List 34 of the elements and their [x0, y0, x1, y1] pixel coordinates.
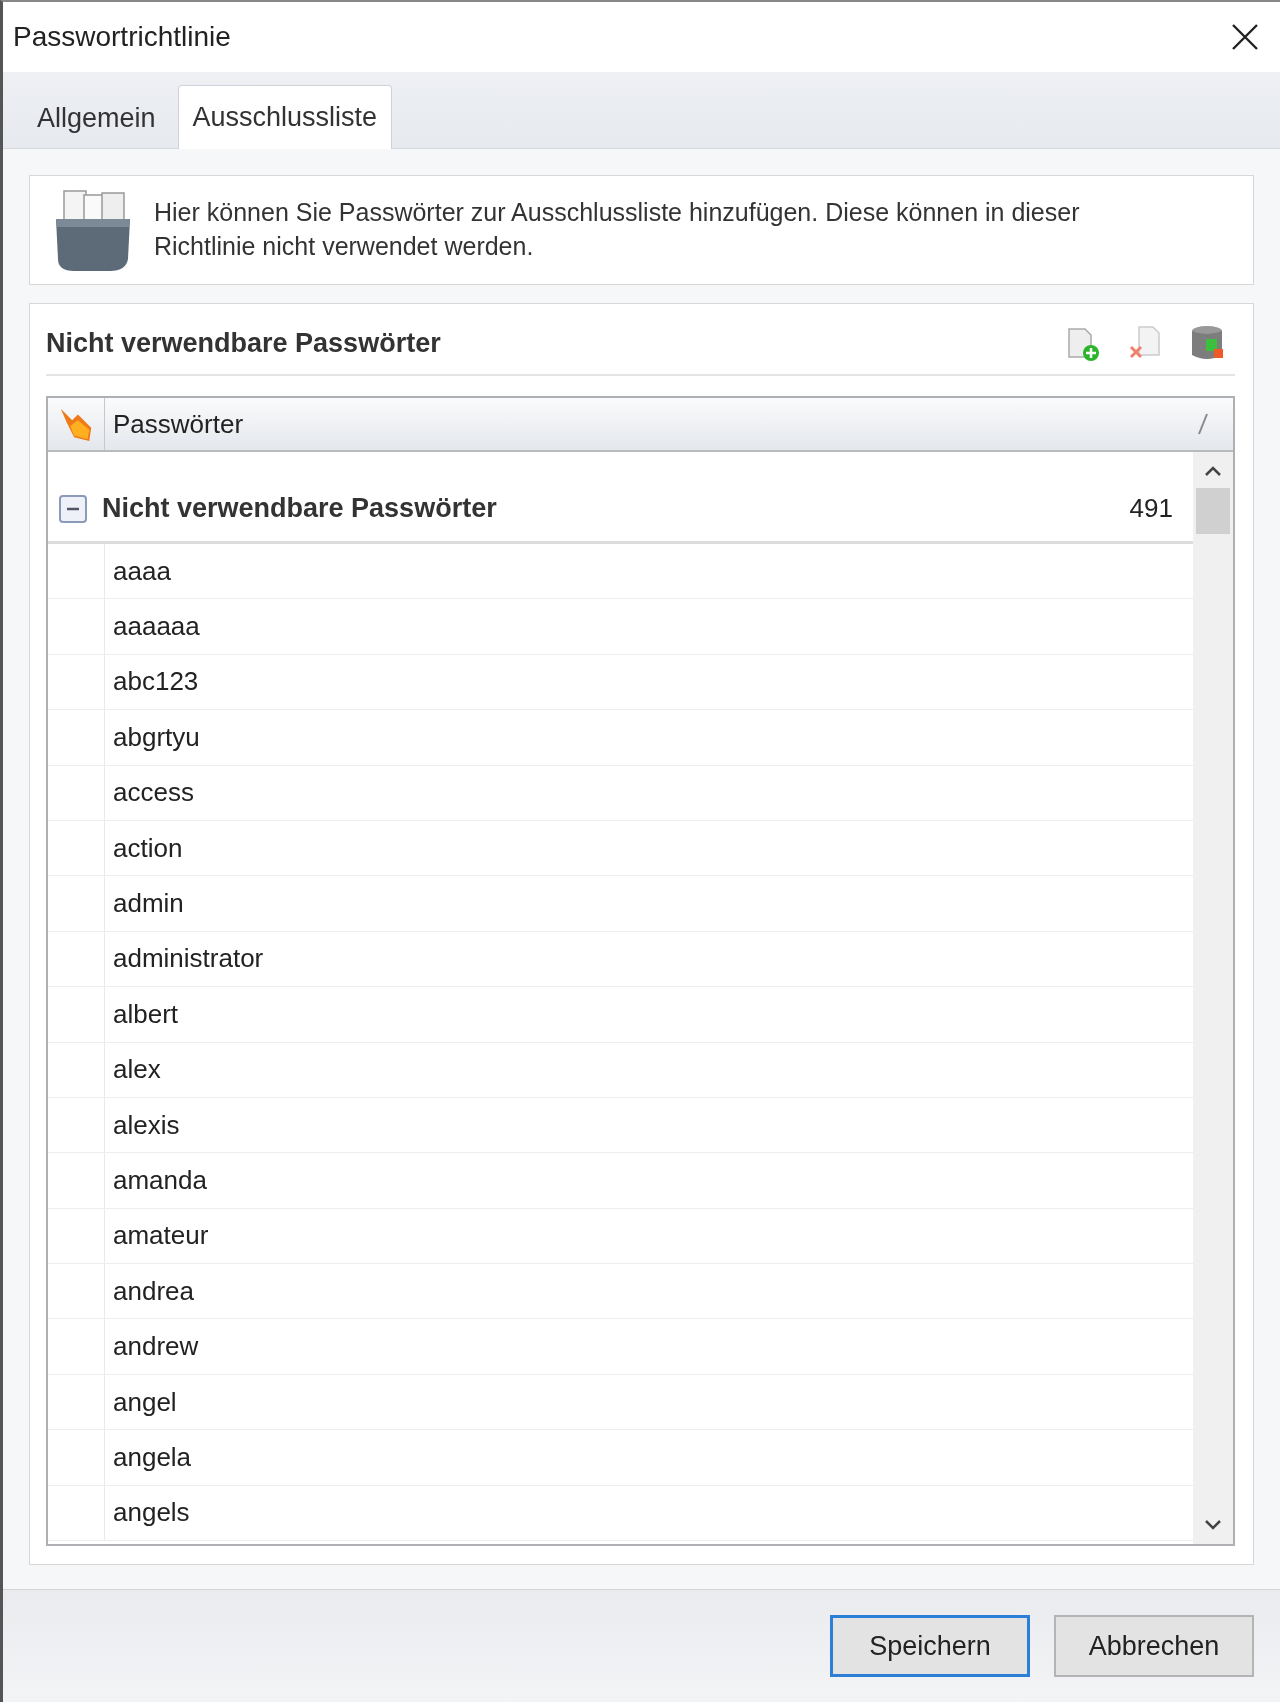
table-cell-text: admin [112, 888, 184, 920]
table-cell-text: albert [112, 998, 179, 1030]
save-button[interactable]: Speichern [830, 1615, 1030, 1677]
table-cell-text: aaaaaa [112, 611, 200, 643]
table-cell-text: aaaa [112, 555, 171, 587]
info-text: Hier können Sie Passwörter zur Ausschlussliste hinzufügen. Diese können in dieser Richtlinie nicht verwendet werden. [154, 197, 1081, 262]
sort-indicator-icon[interactable] [1197, 412, 1209, 436]
panel-title: Nicht verwendbare Passwörter [46, 327, 441, 359]
table-cell-text: action [112, 832, 183, 864]
table-cell-text: angela [112, 1441, 192, 1473]
tab[interactable]: Allgemein [21, 88, 172, 148]
table-cell-text: amateur [112, 1220, 209, 1252]
table-cell-text: abgrtyu [112, 721, 200, 753]
group-count: 491 [1129, 493, 1173, 524]
table-cell-text: andrew [112, 1331, 199, 1363]
group-label: Nicht verwendbare Passwörter [102, 493, 498, 524]
table-cell-text: abc123 [112, 666, 199, 698]
scrollbar[interactable] [1193, 452, 1233, 1544]
tab[interactable]: Ausschlussliste [177, 85, 393, 149]
cancel-button[interactable]: Abbrechen [1054, 1615, 1254, 1677]
scroll-down-icon[interactable] [1203, 1518, 1223, 1532]
scroll-thumb[interactable] [1196, 488, 1230, 534]
close-icon[interactable] [1230, 22, 1260, 52]
table-cell-text: angels [112, 1497, 190, 1529]
table-cell-text: alex [112, 1054, 161, 1086]
collapse-icon[interactable] [58, 493, 88, 524]
table-cell-text: alexis [112, 1109, 180, 1141]
table-cell-text: amanda [112, 1165, 207, 1196]
table-cell-text: administrator [112, 943, 264, 975]
window-title: Passwortrichtlinie [13, 21, 231, 53]
table-cell-text: andrea [112, 1275, 194, 1307]
table-cell-text: angel [112, 1386, 177, 1418]
scroll-up-icon[interactable] [1203, 464, 1223, 478]
table-cell-text: access [112, 777, 194, 809]
